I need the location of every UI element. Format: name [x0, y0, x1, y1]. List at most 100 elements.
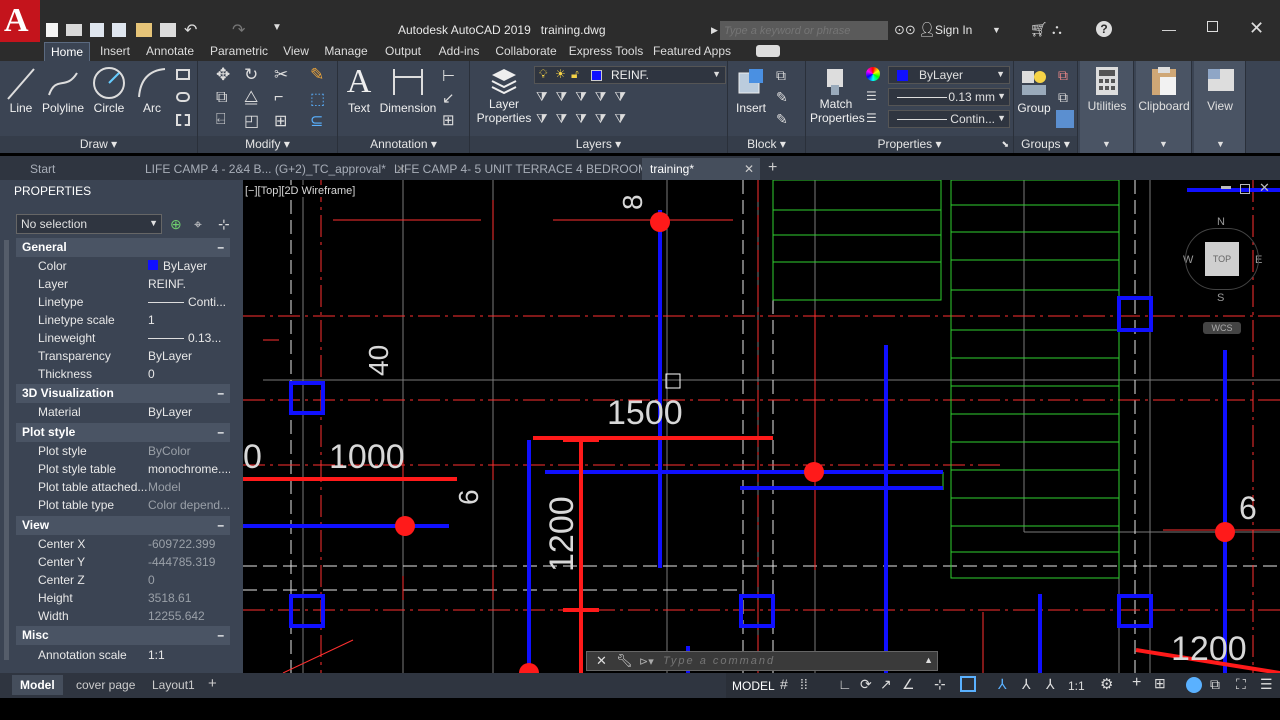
- command-input[interactable]: [663, 653, 903, 669]
- line-button[interactable]: Line: [4, 65, 38, 115]
- rotate-icon[interactable]: ↻: [244, 65, 258, 85]
- file-tab-life-camp-approval[interactable]: LIFE CAMP 4 - 2&4 B... (G+2)_TC_approval…: [145, 158, 406, 180]
- viewcube[interactable]: N W E S TOP WCS: [1177, 212, 1267, 334]
- selection-dropdown[interactable]: No selection ▼: [16, 214, 162, 234]
- edit-attributes-icon[interactable]: ✎: [776, 111, 788, 128]
- polyline-button[interactable]: Polyline: [40, 65, 86, 115]
- search-expand-icon[interactable]: ▶: [711, 25, 718, 36]
- ribbon-toggle-icon[interactable]: [756, 45, 780, 57]
- search-input[interactable]: [720, 21, 888, 40]
- layer-dropdown[interactable]: 💡︎ ☀ 🔓︎ REINF. ▼: [534, 66, 726, 84]
- prop-transparency[interactable]: Transparency ByLayer: [16, 347, 230, 365]
- prop-center-z[interactable]: Center Z0: [16, 571, 230, 589]
- copy-icon[interactable]: ⧉: [216, 89, 227, 107]
- tab-view[interactable]: View: [278, 42, 314, 61]
- drawing-svg[interactable]: [243, 180, 1280, 673]
- tab-collaborate[interactable]: Collaborate: [492, 42, 560, 61]
- prop-height[interactable]: Height 3518.61: [16, 589, 230, 607]
- quick-select-icon[interactable]: ⊕: [170, 216, 182, 233]
- scale-icon[interactable]: ◰: [244, 111, 259, 131]
- block-group-label[interactable]: Block ▾: [728, 136, 805, 153]
- polar-icon[interactable]: ⟳: [860, 676, 872, 693]
- cart-icon[interactable]: 🛒︎: [1030, 21, 1048, 38]
- prop-lineweight[interactable]: Lineweight 0.13...: [16, 329, 230, 347]
- a360-icon[interactable]: ⛬: [1052, 21, 1062, 38]
- section-general[interactable]: General –: [16, 238, 230, 257]
- restore-button[interactable]: [1207, 21, 1218, 32]
- drawing-canvas[interactable]: 40 1500 1000 0 1200 1200 6 6 8 [−][Top][…: [243, 180, 1280, 673]
- model-space-toggle[interactable]: MODEL: [732, 679, 775, 693]
- layer-tools-row-2[interactable]: ⧩⧩⧩⧩⧩: [536, 111, 634, 127]
- tab-express-tools[interactable]: Express Tools: [568, 42, 644, 61]
- minimize-button[interactable]: —: [1162, 21, 1176, 37]
- ungroup-icon[interactable]: ⧉: [1058, 67, 1068, 84]
- offset-icon[interactable]: ⊆: [310, 111, 323, 131]
- undo-icon[interactable]: ↶: [184, 20, 197, 40]
- draw-group-label[interactable]: Draw ▾: [0, 136, 197, 153]
- section-3d-visualization[interactable]: 3D Visualization –: [16, 384, 230, 403]
- fillet-icon[interactable]: ⌐: [274, 89, 283, 107]
- arc-button[interactable]: Arc: [132, 65, 172, 115]
- table-icon[interactable]: ⊞: [442, 111, 455, 129]
- isodraft-icon[interactable]: ↗: [880, 676, 892, 693]
- properties-group-label[interactable]: Properties ▾ ⬊: [806, 136, 1013, 153]
- insert-button[interactable]: Insert: [732, 65, 770, 115]
- annotation-scale-value[interactable]: 1:1: [1068, 679, 1085, 693]
- isolate-objects-icon[interactable]: ⧉: [1210, 676, 1220, 693]
- view-group[interactable]: View ▼: [1194, 61, 1246, 153]
- command-close-icon[interactable]: ✕: [596, 653, 607, 669]
- new-file-icon[interactable]: [46, 23, 58, 37]
- rectangle-icon[interactable]: [176, 69, 190, 80]
- object-snap-tracking-icon[interactable]: ∠: [902, 676, 915, 693]
- prop-plot-style[interactable]: Plot style ByColor: [16, 442, 230, 460]
- tab-annotate[interactable]: Annotate: [142, 42, 198, 61]
- match-properties-button[interactable]: Match Properties: [810, 65, 865, 125]
- hatch-icon[interactable]: [176, 92, 190, 102]
- annotation-group-label[interactable]: Annotation ▾: [338, 136, 469, 153]
- layout-tab-model[interactable]: Model: [12, 675, 63, 695]
- tab-output[interactable]: Output: [378, 42, 428, 61]
- section-view[interactable]: View –: [16, 516, 230, 535]
- redo-icon[interactable]: ↷: [232, 20, 245, 40]
- leader-icon[interactable]: ↙: [442, 89, 455, 107]
- prop-linetype[interactable]: Linetype Conti...: [16, 293, 230, 311]
- sign-in-link[interactable]: Sign In: [935, 23, 972, 37]
- workspace-gear-icon[interactable]: ⚙: [1100, 675, 1113, 693]
- file-tab-training[interactable]: training* ✕: [642, 158, 760, 180]
- viewport-controls[interactable]: [−][Top][2D Wireframe]: [245, 185, 356, 197]
- layer-properties-button[interactable]: Layer Properties: [476, 65, 532, 125]
- qat-dropdown-icon[interactable]: ▼: [272, 22, 282, 33]
- close-tab-icon[interactable]: ✕: [744, 158, 754, 180]
- customization-icon[interactable]: ☰: [1260, 676, 1273, 693]
- linear-dim-icon[interactable]: ⊢: [442, 67, 455, 85]
- lineweight-dropdown[interactable]: 0.13 mm ▼: [888, 88, 1010, 106]
- prop-linetype-scale[interactable]: Linetype scale 1: [16, 311, 230, 329]
- move-icon[interactable]: ✥: [216, 65, 230, 85]
- annotate-plus-icon[interactable]: +: [1132, 674, 1141, 692]
- layer-tools-row-1[interactable]: ⧩⧩⧩⧩⧩: [536, 89, 634, 105]
- annotation-monitor-icon[interactable]: ⅄: [998, 676, 1007, 693]
- trim-icon[interactable]: ✂: [274, 65, 288, 85]
- create-block-icon[interactable]: ⧉: [776, 67, 786, 84]
- viewcube-north[interactable]: N: [1217, 216, 1225, 228]
- group-selection-icon[interactable]: [1056, 110, 1074, 128]
- prop-plot-table-type[interactable]: Plot table type Color depend...: [16, 496, 230, 514]
- units-icon[interactable]: ⊞: [1154, 675, 1166, 692]
- grid-icon[interactable]: #: [780, 676, 788, 692]
- hardware-acceleration-icon[interactable]: [1186, 677, 1202, 693]
- viewport-minimize-icon[interactable]: [1221, 186, 1231, 189]
- command-history-icon[interactable]: ▲: [924, 655, 933, 665]
- prop-annotation-scale[interactable]: Annotation scale 1:1: [16, 646, 230, 664]
- prop-material[interactable]: Material ByLayer: [16, 403, 230, 421]
- tab-add-ins[interactable]: Add-ins: [432, 42, 486, 61]
- tab-manage[interactable]: Manage: [320, 42, 372, 61]
- group-button[interactable]: Group: [1016, 65, 1052, 115]
- prop-plot-table-attached[interactable]: Plot table attached... Model: [16, 478, 230, 496]
- stretch-icon[interactable]: ⍇: [216, 111, 226, 129]
- clipboard-group[interactable]: Clipboard ▼: [1136, 61, 1192, 153]
- explode-icon[interactable]: ⬚: [310, 89, 325, 109]
- erase-icon[interactable]: ✎: [310, 65, 324, 85]
- circle-button[interactable]: Circle: [90, 65, 128, 115]
- autocad-logo-button[interactable]: A: [0, 0, 40, 42]
- edit-block-icon[interactable]: ✎: [776, 89, 788, 106]
